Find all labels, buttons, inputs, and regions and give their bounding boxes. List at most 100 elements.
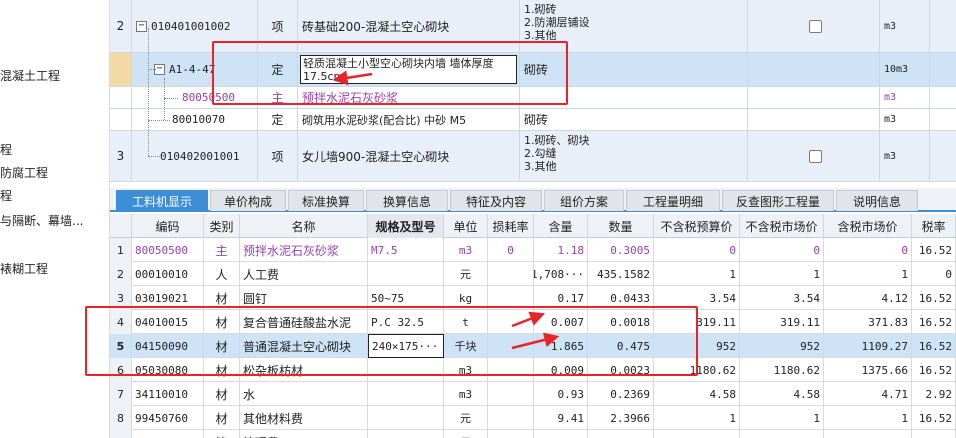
cell-market-price[interactable]: 319.11 — [740, 310, 824, 334]
cell-name[interactable]: 普通混凝土空心砌块 — [240, 334, 368, 358]
cell-tax-market-price[interactable]: 1109.27 — [824, 334, 912, 358]
tab-reverse-lookup[interactable]: 反查图形工程量 — [722, 190, 834, 211]
table-row[interactable]: 9GLF管管理费元258.6865.88321110 — [110, 430, 956, 438]
row-checkbox[interactable] — [809, 149, 822, 163]
cell-unit[interactable]: 元 — [444, 262, 488, 286]
header-content[interactable]: 含量 — [534, 214, 588, 238]
cell-name[interactable]: 人工费 — [240, 262, 368, 286]
row-checkbox[interactable] — [809, 19, 822, 33]
cell-tax-rate[interactable]: 16.52 — [912, 286, 956, 310]
cell-loss-rate[interactable] — [488, 334, 534, 358]
table-row[interactable]: 8 99450760 材其他材料费元 9.41 2.3966 1 1 1 16.52 — [110, 406, 956, 430]
cell-budget-price[interactable]: 4.58 — [654, 382, 740, 406]
cell-category[interactable]: 材 — [204, 286, 240, 310]
cell-tax-market-price[interactable]: 4.12 — [824, 286, 912, 310]
quota-name-editor[interactable]: 轻质混凝土小型空心砌块内墙 墙体厚度17.5cm — [300, 55, 517, 84]
cell-content[interactable]: 1,708··· — [534, 262, 588, 286]
sidebar-item[interactable]: 混凝土工程 — [0, 67, 60, 84]
cell-content[interactable]: 9.41 — [534, 406, 588, 430]
tab-description[interactable]: 说明信息 — [836, 190, 918, 211]
cell-loss-rate[interactable] — [488, 262, 534, 286]
cell-spec[interactable] — [368, 382, 444, 406]
cell-budget-price[interactable]: 319.11 — [654, 310, 740, 334]
tree-row-material[interactable]: 80050500 主 预拌水泥石灰砂浆 m3 — [110, 87, 956, 109]
cell-tax-market-price[interactable]: 1 — [824, 430, 912, 438]
cell-spec[interactable] — [368, 430, 444, 438]
tree-row-quota[interactable]: 80010070 定 砌筑用水泥砂浆(配合比) 中砂 M5 砌砖 m3 — [110, 109, 956, 131]
cell-name[interactable]: 管理费 — [240, 430, 368, 438]
cell-spec[interactable] — [368, 262, 444, 286]
sidebar-item[interactable]: 防腐工程 — [0, 164, 48, 181]
header-market-price[interactable]: 不含税市场价 — [740, 214, 824, 238]
cell-unit[interactable]: 元 — [444, 430, 488, 438]
cell-budget-price[interactable]: 3.54 — [654, 286, 740, 310]
cell-unit[interactable]: m3 — [444, 358, 488, 382]
cell-name[interactable]: 预拌水泥石灰砂浆 — [240, 238, 368, 262]
header-unit[interactable]: 单位 — [444, 214, 488, 238]
sidebar-item[interactable]: 与隔断、幕墙... — [0, 212, 83, 229]
cell-tax-market-price[interactable]: 4.71 — [824, 382, 912, 406]
table-row[interactable]: 7 34110010 材水 m3 0.93 0.2369 4.58 4.58 4.71 2.92 — [110, 382, 956, 406]
cell-code[interactable]: 04150090 — [132, 334, 204, 358]
tab-conversion-info[interactable]: 换算信息 — [366, 190, 448, 211]
cell-quantity[interactable]: 0.0023 — [588, 358, 654, 382]
tab-features[interactable]: 特征及内容 — [450, 190, 542, 211]
cell-content[interactable]: 0.009 — [534, 358, 588, 382]
cell-name[interactable]: 圆钉 — [240, 286, 368, 310]
cell-code[interactable]: 05030080 — [132, 358, 204, 382]
tree-row-quota-selected[interactable]: − A1-4-47 定 轻质混凝土小型空心砌块内墙 墙体厚度17.5cm 砌砖 … — [110, 53, 956, 87]
cell-quantity[interactable]: 0.475 — [588, 334, 654, 358]
cell-loss-rate[interactable] — [488, 358, 534, 382]
header-category[interactable]: 类别 — [204, 214, 240, 238]
cell-loss-rate[interactable] — [488, 310, 534, 334]
table-row[interactable]: 4 04010015 材复合普通硅酸盐水泥 P.C 32.5 t 0.007 0.0018 3… — [110, 310, 956, 334]
cell-unit[interactable]: 元 — [444, 406, 488, 430]
cell-unit[interactable]: t — [444, 310, 488, 334]
cell-category[interactable]: 主 — [204, 238, 240, 262]
cell-spec[interactable] — [368, 358, 444, 382]
cell-content[interactable]: 258.68 — [534, 430, 588, 438]
cell-code[interactable]: 99450760 — [132, 406, 204, 430]
cell-category[interactable]: 材 — [204, 358, 240, 382]
cell-content[interactable]: 0.93 — [534, 382, 588, 406]
cell-content[interactable]: 1.18 — [534, 238, 588, 262]
cell-category[interactable]: 人 — [204, 262, 240, 286]
cell-budget-price[interactable]: 0 — [654, 238, 740, 262]
cell-market-price[interactable]: 1 — [740, 406, 824, 430]
tab-quantity-detail[interactable]: 工程量明细 — [626, 190, 720, 211]
cell-name[interactable]: 其他材料费 — [240, 406, 368, 430]
cell-spec[interactable]: 240×175··· — [368, 334, 444, 358]
cell-tax-rate[interactable]: 0 — [912, 262, 956, 286]
header-quantity[interactable]: 数量 — [588, 214, 654, 238]
sidebar-item[interactable]: 程 — [0, 187, 12, 204]
tree-row-item[interactable]: 2 − 010401001002 项 砖基础200-混凝土空心砌块 1.砌砖 2… — [110, 0, 956, 53]
tab-pricing-scheme[interactable]: 组价方案 — [544, 190, 624, 211]
cell-budget-price[interactable]: 1 — [654, 262, 740, 286]
header-name[interactable]: 名称 — [240, 214, 368, 238]
header-tax-rate[interactable]: 税率 — [912, 214, 956, 238]
cell-loss-rate[interactable] — [488, 382, 534, 406]
cell-unit[interactable]: kg — [444, 286, 488, 310]
header-loss-rate[interactable]: 损耗率 — [488, 214, 534, 238]
cell-spec[interactable]: M7.5 — [368, 238, 444, 262]
table-row[interactable]: 6 05030080 材松杂板枋材 m3 0.009 0.0023 1180.62 1180.… — [110, 358, 956, 382]
cell-unit[interactable]: m3 — [444, 238, 488, 262]
cell-category[interactable]: 材 — [204, 310, 240, 334]
cell-quantity[interactable]: 2.3966 — [588, 406, 654, 430]
header-code[interactable]: 编码 — [132, 214, 204, 238]
cell-quantity[interactable]: 435.1582 — [588, 262, 654, 286]
cell-quantity[interactable]: 65.8832 — [588, 430, 654, 438]
cell-quantity[interactable]: 0.2369 — [588, 382, 654, 406]
cell-budget-price[interactable]: 1180.62 — [654, 358, 740, 382]
cell-loss-rate[interactable] — [488, 406, 534, 430]
cell-code[interactable]: 03019021 — [132, 286, 204, 310]
cell-code[interactable]: 00010010 — [132, 262, 204, 286]
collapse-toggle-icon[interactable]: − — [136, 20, 147, 32]
header-tax-market-price[interactable]: 含税市场价 — [824, 214, 912, 238]
cell-quantity[interactable]: 0.0018 — [588, 310, 654, 334]
table-row[interactable]: 1 80050500 主预拌水泥石灰砂浆 M7.5 m3 0 1.18 0.3005 0 0 0 16… — [110, 238, 956, 262]
cell-market-price[interactable]: 3.54 — [740, 286, 824, 310]
cell-content[interactable]: 0.007 — [534, 310, 588, 334]
cell-category[interactable]: 材 — [204, 382, 240, 406]
cell-budget-price[interactable]: 1 — [654, 406, 740, 430]
